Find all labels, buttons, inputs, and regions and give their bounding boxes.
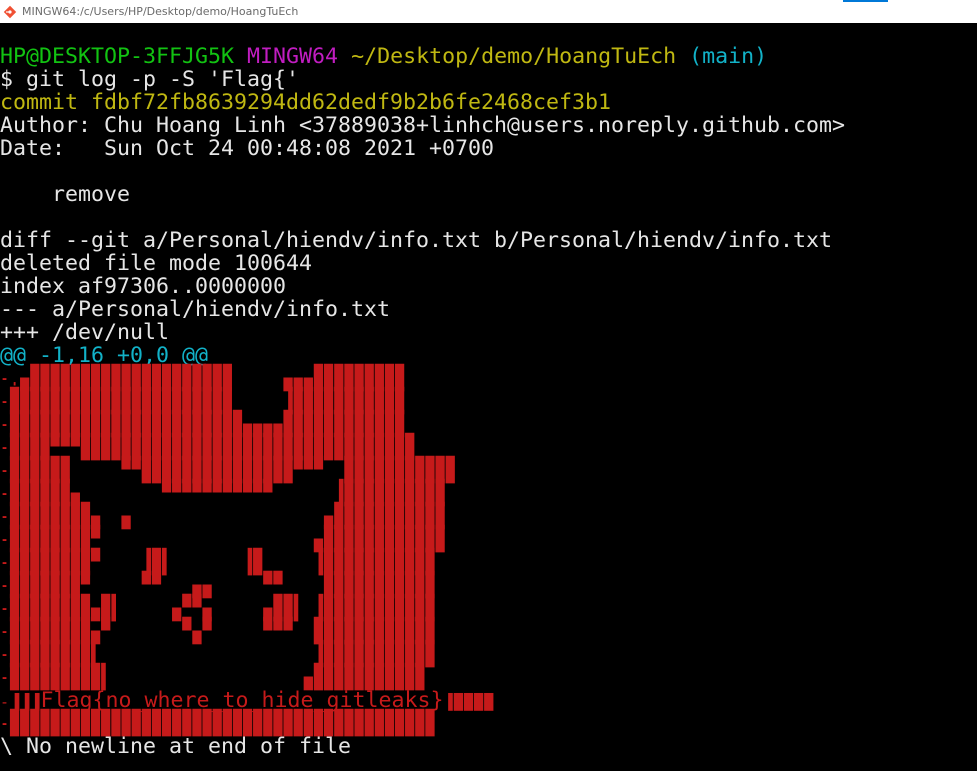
- title-bar[interactable]: MINGW64:/c/Users/HP/Desktop/demo/HoangTu…: [0, 0, 977, 23]
- terminal-output[interactable]: HP@DESKTOP-3FFJG5K MINGW64 ~/Desktop/dem…: [0, 23, 977, 771]
- command-line: $ git log -p -S 'Flag{': [0, 68, 300, 91]
- window-title: MINGW64:/c/Users/HP/Desktop/demo/HoangTu…: [22, 5, 299, 18]
- ascii-art-line: -█████████▌ ▄███████████: [0, 662, 426, 691]
- terminal-window: MINGW64:/c/Users/HP/Desktop/demo/HoangTu…: [0, 0, 977, 771]
- diff-plus-file: +++ /dev/null: [0, 321, 170, 344]
- commit-author: Author: Chu Hoang Linh <37889038+linhch@…: [0, 114, 846, 137]
- diff-index: index af97306..0000000: [0, 275, 287, 298]
- diff-mode: deleted file mode 100644: [0, 252, 313, 275]
- prompt-shell: MINGW64: [247, 45, 339, 68]
- diff-header: diff --git a/Personal/hiendv/info.txt b/…: [0, 229, 833, 252]
- prompt-branch: (main): [689, 45, 768, 68]
- prompt-user-host: HP@DESKTOP-3FFJG5K: [0, 45, 235, 68]
- prompt-path: ~/Desktop/demo/HoangTuEch: [351, 45, 677, 68]
- commit-message: remove: [0, 183, 131, 206]
- git-bash-icon: [3, 5, 17, 18]
- commit-hash: commit fdbf72fb8639294dd62dedf9b2b6fe246…: [0, 91, 612, 114]
- diff-minus-file: --- a/Personal/hiendv/info.txt: [0, 298, 391, 321]
- commit-date: Date: Sun Oct 24 00:48:08 2021 +0700: [0, 137, 495, 160]
- prompt-line: HP@DESKTOP-3FFJG5K MINGW64 ~/Desktop/dem…: [0, 45, 977, 68]
- ascii-art-block: -.▄████████████████████ ▄▄▄█████████ -██…: [0, 364, 977, 737]
- ascii-art-line: -███████████████████████████████████████…: [0, 708, 436, 737]
- title-accent-bar: [843, 0, 888, 2]
